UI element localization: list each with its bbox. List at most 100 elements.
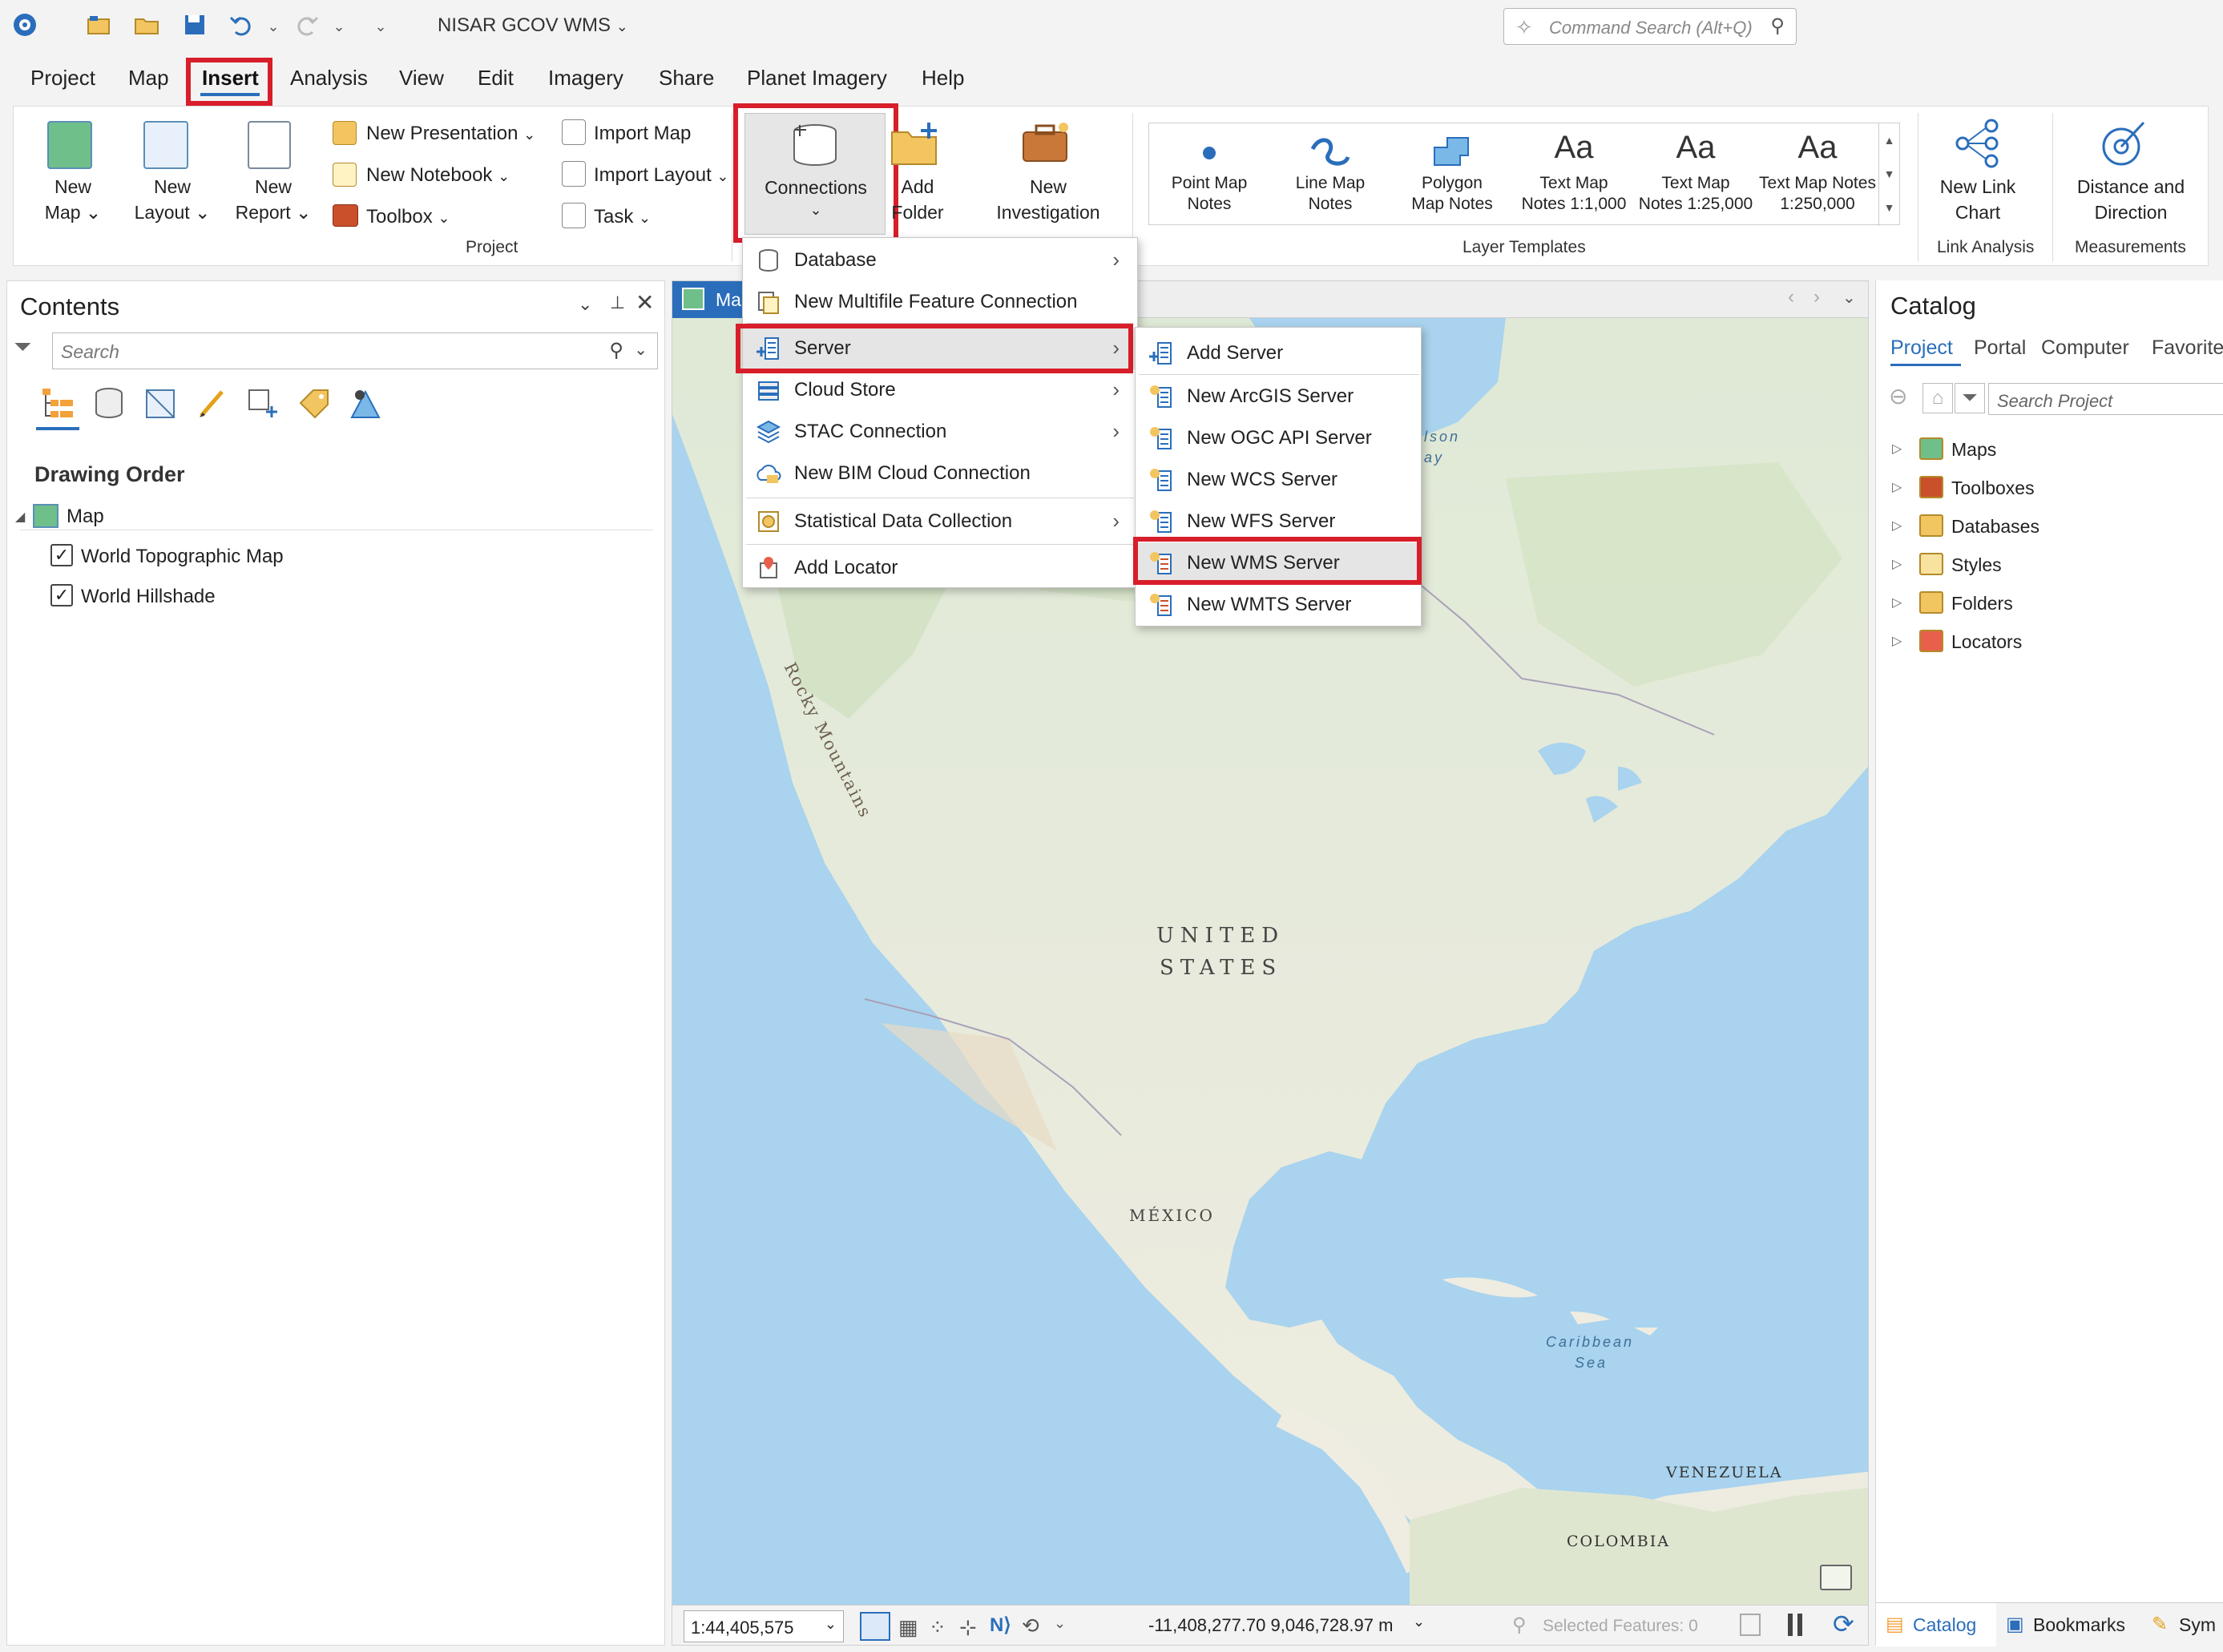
- redo-dropdown-icon[interactable]: ⌄: [324, 11, 354, 42]
- list-by-drawing-order-icon[interactable]: [39, 385, 76, 422]
- snapping-icon[interactable]: ⁘: [929, 1615, 946, 1640]
- tab-view[interactable]: View: [399, 66, 444, 91]
- north-arrow-icon[interactable]: N⟩: [990, 1614, 1011, 1637]
- new-map-button[interactable]: New Map ⌄: [25, 174, 121, 225]
- redo-icon[interactable]: [292, 11, 322, 42]
- tab-planet-imagery[interactable]: Planet Imagery: [747, 66, 887, 91]
- attribution-icon[interactable]: [1820, 1565, 1852, 1590]
- layer-name[interactable]: World Topographic Map: [81, 546, 284, 568]
- contents-search-input[interactable]: Search ⚲ ⌄: [52, 332, 658, 369]
- add-folder-button[interactable]: Add Folder: [879, 174, 956, 225]
- tab-help[interactable]: Help: [922, 66, 964, 91]
- map-node[interactable]: Map: [67, 506, 104, 528]
- home-icon[interactable]: ⌂: [1922, 383, 1953, 413]
- expand-triangle-icon[interactable]: ▷: [1892, 594, 1902, 610]
- task-button[interactable]: Task ⌄: [594, 206, 651, 228]
- expand-triangle-icon[interactable]: ▷: [1892, 441, 1902, 457]
- customize-qat-icon[interactable]: ⌄: [365, 11, 396, 42]
- new-report-button[interactable]: New Report ⌄: [225, 174, 321, 225]
- list-by-source-icon[interactable]: [91, 385, 127, 422]
- new-project-icon[interactable]: [83, 11, 114, 42]
- import-map-button[interactable]: Import Map: [594, 123, 691, 145]
- text-map-notes-1000-template[interactable]: Aa Text Map Notes 1:1,000: [1513, 123, 1635, 226]
- tab-list-icon[interactable]: ⌄: [1842, 288, 1856, 308]
- expand-triangle-icon[interactable]: ▷: [1892, 633, 1902, 649]
- pause-icon[interactable]: [1788, 1614, 1793, 1636]
- distance-direction-button[interactable]: Distance and Direction: [2064, 174, 2198, 225]
- bottom-tab-symbology[interactable]: ✎ Sym: [2145, 1603, 2223, 1646]
- tab-edit[interactable]: Edit: [478, 66, 514, 91]
- menu-item-statistical-data-collection[interactable]: Statistical Data Collection ›: [743, 501, 1137, 542]
- chevron-down-icon[interactable]: ▼: [1879, 157, 1899, 191]
- catalog-search-input[interactable]: Search Project: [1988, 383, 2223, 415]
- expand-triangle-icon[interactable]: ▷: [1892, 518, 1902, 534]
- layer-name[interactable]: World Hillshade: [81, 586, 216, 608]
- polygon-map-notes-template[interactable]: Polygon Map Notes: [1391, 123, 1513, 226]
- menu-item-cloud-store[interactable]: Cloud Store ›: [743, 369, 1137, 411]
- list-by-labeling-icon[interactable]: [296, 385, 333, 422]
- menu-item-new-multifile-feature-connection[interactable]: New Multifile Feature Connection: [743, 281, 1137, 323]
- list-by-selection-icon[interactable]: [142, 385, 179, 422]
- layer-checkbox[interactable]: ✓: [50, 584, 73, 606]
- toolbox-button[interactable]: Toolbox ⌄: [366, 206, 450, 228]
- refresh-icon[interactable]: ⟳: [1833, 1609, 1854, 1639]
- list-by-editing-icon[interactable]: [193, 385, 230, 422]
- tab-share[interactable]: Share: [659, 66, 714, 91]
- undo-dropdown-icon[interactable]: ⌄: [258, 11, 288, 42]
- menu-item-stac-connection[interactable]: STAC Connection ›: [743, 411, 1137, 453]
- gallery-expand-icon[interactable]: ▼: [1879, 191, 1899, 224]
- menu-item-new-arcgis-server[interactable]: New ArcGIS Server: [1136, 376, 1421, 417]
- scroll-right-icon[interactable]: ›: [1814, 286, 1820, 308]
- point-map-notes-template[interactable]: Point Map Notes: [1149, 123, 1269, 226]
- new-investigation-button[interactable]: New Investigation: [980, 174, 1116, 225]
- bottom-tab-bookmarks[interactable]: ▣ Bookmarks: [1998, 1603, 2139, 1646]
- tab-map[interactable]: Map: [128, 66, 169, 91]
- menu-item-add-locator[interactable]: Add Locator: [743, 547, 1137, 589]
- tab-analysis[interactable]: Analysis: [290, 66, 368, 91]
- scale-selector[interactable]: 1:44,405,575 ⌄: [684, 1610, 844, 1642]
- scroll-left-icon[interactable]: ‹: [1788, 286, 1794, 308]
- menu-item-new-bim-cloud-connection[interactable]: New BIM Cloud Connection: [743, 453, 1137, 494]
- open-project-icon[interactable]: [131, 11, 162, 42]
- pane-options-icon[interactable]: ⌄: [578, 294, 592, 315]
- collapse-triangle-icon[interactable]: ◢: [15, 509, 25, 525]
- menu-item-database[interactable]: Database ›: [743, 240, 1137, 281]
- layer-checkbox[interactable]: ✓: [50, 544, 73, 566]
- fixed-zoom-icon[interactable]: [860, 1612, 890, 1641]
- new-presentation-button[interactable]: New Presentation ⌄: [366, 123, 535, 145]
- list-by-snapping-icon[interactable]: [244, 385, 281, 422]
- chevron-down-icon[interactable]: ⌄: [1413, 1614, 1425, 1630]
- menu-item-add-server[interactable]: Add Server: [1136, 332, 1421, 374]
- command-search-input[interactable]: ✧ Command Search (Alt+Q) ⚲: [1503, 8, 1797, 45]
- constraints-icon[interactable]: ⊹: [959, 1615, 977, 1640]
- bottom-tab-catalog[interactable]: ▤ Catalog: [1876, 1603, 1996, 1646]
- clear-selection-icon[interactable]: [1740, 1614, 1761, 1636]
- tab-imagery[interactable]: Imagery: [548, 66, 623, 91]
- navigation-icon[interactable]: ⟲: [1022, 1614, 1039, 1638]
- filter-icon[interactable]: ⏷: [1955, 383, 1985, 413]
- import-layout-button[interactable]: Import Layout ⌄: [594, 164, 729, 187]
- menu-item-new-ogc-api-server[interactable]: New OGC API Server: [1136, 417, 1421, 459]
- gallery-scroll[interactable]: ▲ ▼ ▼: [1878, 123, 1899, 226]
- new-layout-button[interactable]: New Layout ⌄: [124, 174, 220, 225]
- undo-icon[interactable]: [226, 11, 256, 42]
- menu-item-new-wmts-server[interactable]: New WMTS Server: [1136, 584, 1421, 626]
- list-by-perspective-icon[interactable]: [347, 385, 384, 422]
- tab-project[interactable]: Project: [30, 66, 95, 91]
- back-icon[interactable]: ⊖: [1889, 383, 1907, 409]
- new-link-chart-button[interactable]: New Link Chart: [1924, 174, 2031, 225]
- save-project-icon[interactable]: [180, 11, 210, 42]
- catalog-tab-project[interactable]: Project: [1890, 336, 1953, 360]
- pin-icon[interactable]: ⊥: [610, 292, 625, 313]
- catalog-tab-favorites[interactable]: Favorite: [2152, 336, 2223, 360]
- text-map-notes-25000-template[interactable]: Aa Text Map Notes 1:25,000: [1635, 123, 1757, 226]
- catalog-tab-portal[interactable]: Portal: [1974, 336, 2026, 360]
- line-map-notes-template[interactable]: Line Map Notes: [1269, 123, 1391, 226]
- filter-icon[interactable]: ⏷: [14, 334, 31, 361]
- text-map-notes-250000-template[interactable]: Aa Text Map Notes 1:250,000: [1757, 123, 1878, 226]
- menu-item-new-wcs-server[interactable]: New WCS Server: [1136, 459, 1421, 501]
- expand-triangle-icon[interactable]: ▷: [1892, 556, 1902, 572]
- chevron-down-icon[interactable]: ⌄: [1054, 1615, 1066, 1632]
- expand-triangle-icon[interactable]: ▷: [1892, 479, 1902, 495]
- new-notebook-button[interactable]: New Notebook ⌄: [366, 164, 510, 187]
